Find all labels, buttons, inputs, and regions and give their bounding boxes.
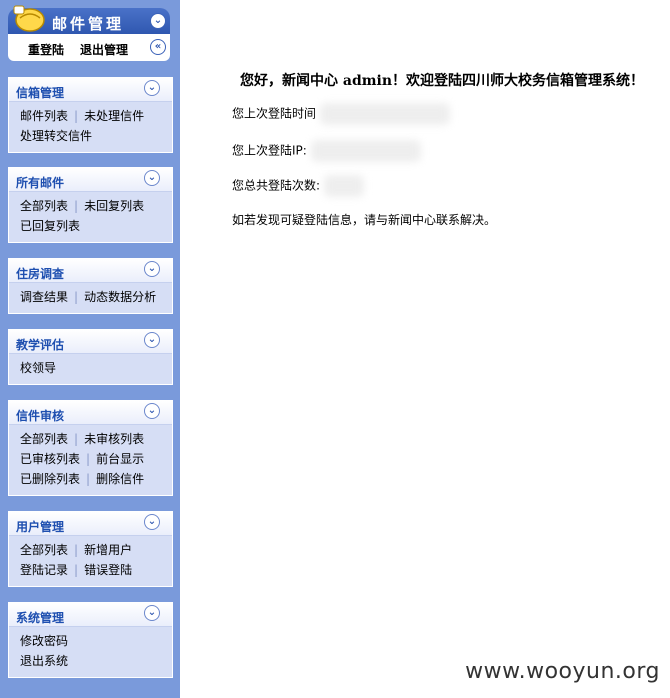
panel-header[interactable]: 信箱管理 ⌄ xyxy=(9,78,172,102)
redacted-value xyxy=(323,175,364,197)
chevron-down-icon[interactable]: ⌄ xyxy=(150,13,166,29)
menu-item[interactable]: 已回复列表 xyxy=(20,219,80,233)
menu-item[interactable]: 校领导 xyxy=(20,361,56,375)
separator: | xyxy=(86,452,91,466)
panel-header[interactable]: 信件审核 ⌄ xyxy=(9,401,172,425)
separator: | xyxy=(74,109,79,123)
last-login-ip-row: 您上次登陆IP: xyxy=(232,140,421,162)
separator: | xyxy=(74,432,79,446)
sidebar: 邮件管理 ⌄ 重登陆 退出管理 « 信箱管理 ⌄ 邮件列表 | 未处理信件 处理转交… xyxy=(0,0,180,698)
login-count-label: 您总共登陆次数: xyxy=(232,178,321,193)
chevron-down-icon[interactable]: ⌄ xyxy=(144,170,160,186)
chevron-down-icon[interactable]: ⌄ xyxy=(144,80,160,96)
menu-item[interactable]: 退出系统 xyxy=(20,654,68,668)
chevron-down-icon[interactable]: ⌄ xyxy=(144,605,160,621)
menu-item[interactable]: 删除信件 xyxy=(96,472,144,486)
menu-item[interactable]: 全部列表 xyxy=(20,432,68,446)
last-login-time-row: 您上次登陆时间 xyxy=(232,103,450,125)
menu-item[interactable]: 已删除列表 xyxy=(20,472,80,486)
main-content: 您好，新闻中心 admin！欢迎登陆四川师大校务信箱管理系统！ 您上次登陆时间 … xyxy=(180,0,670,698)
redacted-value xyxy=(319,103,450,125)
chevron-left-icon[interactable]: « xyxy=(150,39,166,55)
menu-item[interactable]: 错误登陆 xyxy=(84,563,132,577)
chevron-down-icon[interactable]: ⌄ xyxy=(144,514,160,530)
logout-admin-link[interactable]: 退出管理 xyxy=(80,41,128,58)
menu-item[interactable]: 全部列表 xyxy=(20,543,68,557)
panel-title: 信件审核 xyxy=(16,409,65,423)
panel-header[interactable]: 住房调查 ⌄ xyxy=(9,259,172,283)
panel-title: 所有邮件 xyxy=(16,176,65,190)
panel-title: 用户管理 xyxy=(16,520,65,534)
panel-user-management: 用户管理 ⌄ 全部列表 | 新增用户 登陆记录 | 错误登陆 xyxy=(8,511,173,587)
login-count-row: 您总共登陆次数: xyxy=(232,175,364,197)
menu-item[interactable]: 新增用户 xyxy=(84,543,132,557)
panel-title: 信箱管理 xyxy=(16,86,65,100)
panel-mailbox: 信箱管理 ⌄ 邮件列表 | 未处理信件 处理转交信件 xyxy=(8,77,173,153)
separator: | xyxy=(86,472,91,486)
last-login-ip-label: 您上次登陆IP: xyxy=(232,143,307,158)
menu-item[interactable]: 未回复列表 xyxy=(84,199,144,213)
panel-mail-review: 信件审核 ⌄ 全部列表 | 未审核列表 已审核列表 | 前台显示 已删除列表 | 删除信件 xyxy=(8,400,173,496)
chevron-down-icon[interactable]: ⌄ xyxy=(144,261,160,277)
redacted-value xyxy=(310,140,421,162)
app-title: 邮件管理 xyxy=(52,15,125,33)
panel-housing-survey: 住房调查 ⌄ 调查结果 | 动态数据分析 xyxy=(8,258,173,314)
mail-logo-icon xyxy=(13,5,45,32)
panel-header[interactable]: 教学评估 ⌄ xyxy=(9,330,172,354)
panel-header[interactable]: 所有邮件 ⌄ xyxy=(9,168,172,192)
panel-all-mail: 所有邮件 ⌄ 全部列表 | 未回复列表 已回复列表 xyxy=(8,167,173,243)
menu-item[interactable]: 动态数据分析 xyxy=(84,290,156,304)
panel-title: 住房调查 xyxy=(16,267,65,281)
separator: | xyxy=(74,543,79,557)
logo-bar: 邮件管理 ⌄ xyxy=(8,5,170,34)
separator: | xyxy=(74,199,79,213)
last-login-time-label: 您上次登陆时间 xyxy=(232,106,317,121)
relogin-link[interactable]: 重登陆 xyxy=(28,41,64,58)
menu-item[interactable]: 登陆记录 xyxy=(20,563,68,577)
menu-item[interactable]: 修改密码 xyxy=(20,634,68,648)
watermark: www.wooyun.org xyxy=(465,659,660,684)
admin-bar: 重登陆 退出管理 « xyxy=(8,34,170,61)
menu-item[interactable]: 邮件列表 xyxy=(20,109,68,123)
separator: | xyxy=(74,563,79,577)
menu-item[interactable]: 未审核列表 xyxy=(84,432,144,446)
menu-item[interactable]: 已审核列表 xyxy=(20,452,80,466)
security-notice: 如若发现可疑登陆信息，请与新闻中心联系解决。 xyxy=(232,213,497,227)
separator: | xyxy=(74,290,79,304)
chevron-down-icon[interactable]: ⌄ xyxy=(144,332,160,348)
welcome-message: 您好，新闻中心 admin！欢迎登陆四川师大校务信箱管理系统！ xyxy=(240,73,645,89)
menu-item[interactable]: 处理转交信件 xyxy=(20,129,92,143)
menu-item[interactable]: 全部列表 xyxy=(20,199,68,213)
panel-teaching-eval: 教学评估 ⌄ 校领导 xyxy=(8,329,173,385)
panel-header[interactable]: 用户管理 ⌄ xyxy=(9,512,172,536)
sidebar-header: 邮件管理 ⌄ 重登陆 退出管理 « xyxy=(8,5,170,61)
menu-item[interactable]: 未处理信件 xyxy=(84,109,144,123)
menu-item[interactable]: 前台显示 xyxy=(96,452,144,466)
panel-header[interactable]: 系统管理 ⌄ xyxy=(9,603,172,627)
panel-system-management: 系统管理 ⌄ 修改密码 退出系统 xyxy=(8,602,173,678)
chevron-down-icon[interactable]: ⌄ xyxy=(144,403,160,419)
menu-item[interactable]: 调查结果 xyxy=(20,290,68,304)
panel-title: 教学评估 xyxy=(16,338,65,352)
panel-title: 系统管理 xyxy=(16,611,65,625)
